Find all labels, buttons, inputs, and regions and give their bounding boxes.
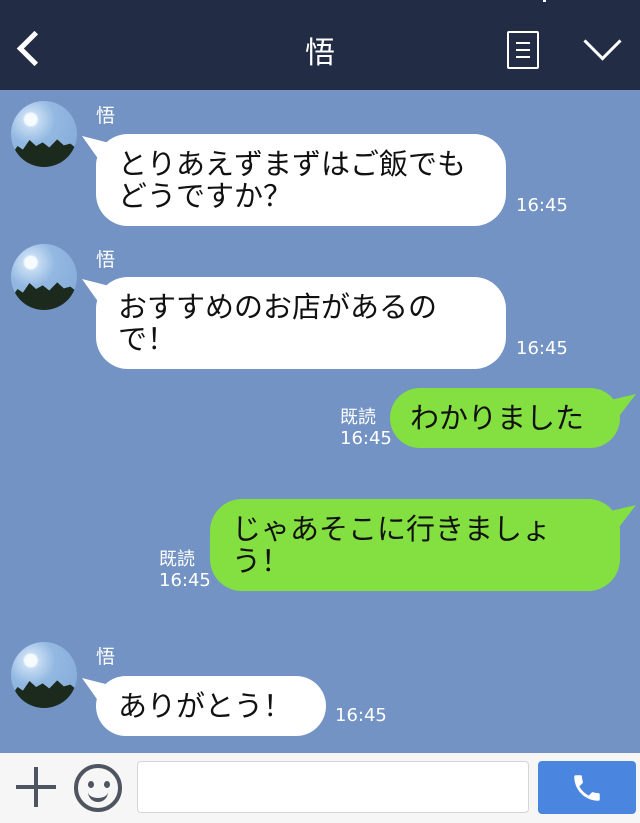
incoming-message-bubble[interactable]: ありがとう！	[96, 676, 326, 736]
message-text: じゃあそこに行きましょう！	[232, 512, 552, 578]
read-label: 既読	[340, 407, 376, 428]
sender-name: 悟	[96, 646, 116, 668]
message-input[interactable]	[137, 761, 529, 813]
smiley-icon[interactable]	[74, 764, 122, 812]
avatar[interactable]	[11, 101, 77, 167]
menu-line-icon	[516, 42, 530, 44]
chat-header: 悟	[0, 0, 640, 90]
outgoing-message-bubble[interactable]: わかりました	[390, 388, 620, 448]
read-label: 既読	[159, 549, 195, 570]
menu-line-icon	[516, 56, 530, 58]
chat-title: 悟	[305, 36, 335, 71]
message-text: わかりました	[410, 401, 585, 435]
avatar[interactable]	[11, 642, 77, 708]
message-time: 16:45	[516, 338, 568, 359]
menu-line-icon	[516, 49, 530, 51]
avatar-tree-graphic	[11, 680, 77, 708]
smiley-mouth	[88, 786, 108, 802]
status-dot	[543, 0, 546, 2]
outgoing-message-bubble[interactable]: じゃあそこに行きましょう！	[210, 499, 620, 591]
incoming-message-bubble[interactable]: おすすめのお店があるので！	[96, 277, 506, 369]
sender-name: 悟	[96, 249, 116, 271]
message-time: 16:45	[335, 705, 387, 726]
read-receipt: 既読 16:45	[159, 549, 211, 591]
message-text: ありがとう！	[118, 689, 293, 723]
message-time: 16:45	[516, 195, 568, 216]
call-button[interactable]	[538, 761, 636, 814]
incoming-message-bubble[interactable]: とりあえずまずはご飯でもどうですか？	[96, 134, 506, 226]
menu-button[interactable]	[507, 31, 539, 69]
avatar[interactable]	[11, 244, 77, 310]
message-text: おすすめのお店があるので！	[118, 290, 438, 356]
plus-icon[interactable]	[16, 767, 56, 807]
phone-icon	[574, 775, 600, 801]
message-time: 16:45	[340, 428, 392, 449]
read-receipt: 既読 16:45	[340, 407, 392, 449]
chevron-down-button[interactable]	[580, 36, 622, 66]
avatar-tree-graphic	[11, 139, 77, 167]
sender-name: 悟	[96, 105, 116, 127]
message-time: 16:45	[159, 570, 211, 591]
message-text: とりあえずまずはご飯でもどうですか？	[118, 147, 467, 213]
avatar-tree-graphic	[11, 282, 77, 310]
